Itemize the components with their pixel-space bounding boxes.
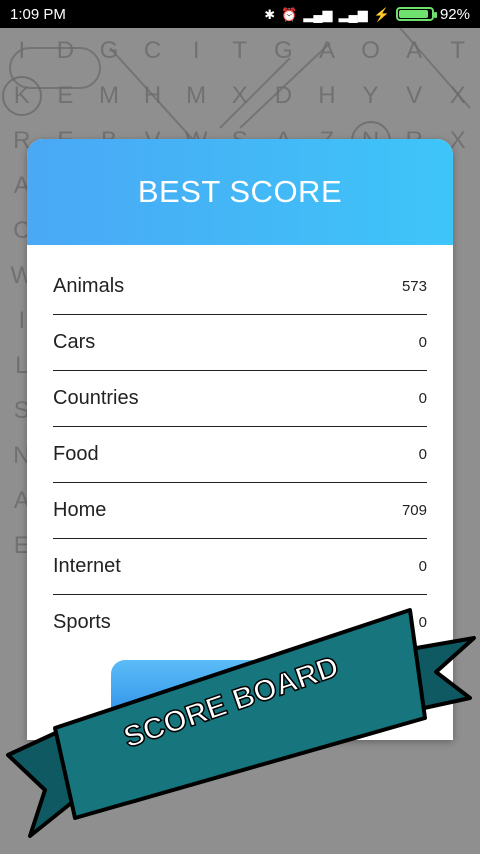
score-row: Food 0 (53, 427, 427, 483)
score-row: Countries 0 (53, 371, 427, 427)
grid-letter: E (57, 81, 74, 109)
score-row: Internet 0 (53, 539, 427, 595)
grid-letter: H (318, 81, 336, 109)
grid-letter: V (406, 81, 423, 109)
grid-letter: G (99, 36, 119, 64)
status-icons: ✱ ⏰ ▂▄▆ ▂▄▆ ⚡ 92% (264, 6, 470, 23)
grid-letter: I (192, 36, 200, 64)
grid-letter: X (449, 81, 466, 109)
category-score: 709 (401, 502, 427, 519)
grid-letter: A (406, 36, 423, 64)
grid-letter: T (450, 36, 466, 64)
status-time: 1:09 PM (10, 5, 66, 23)
category-name: Home (53, 499, 107, 521)
category-score: 0 (418, 558, 427, 575)
signal-icon: ▂▄▆ (338, 6, 368, 22)
category-score: 0 (418, 446, 427, 463)
grid-letter: K (1, 75, 42, 116)
category-name: Animals (53, 275, 125, 297)
category-score: 0 (418, 390, 427, 407)
alarm-icon: ⏰ (281, 6, 298, 22)
category-name: Food (53, 443, 99, 465)
battery-icon (395, 7, 437, 21)
score-row: Home 709 (53, 483, 427, 539)
grid-letter: M (186, 81, 207, 109)
grid-letter: I (18, 36, 26, 64)
score-row: Cars 0 (53, 315, 427, 371)
score-board-ribbon: SCORE BOARD (6, 608, 476, 838)
category-score: 573 (401, 278, 427, 295)
grid-letter: D (56, 36, 75, 64)
charging-icon: ⚡ (373, 6, 390, 22)
dialog-title: BEST SCORE (137, 174, 343, 209)
bluetooth-icon: ✱ (264, 6, 276, 22)
category-score: 0 (418, 334, 427, 351)
category-name: Countries (53, 387, 139, 409)
grid-letter: O (361, 36, 380, 64)
grid-letter: T (232, 36, 248, 64)
score-row: Animals 573 (53, 259, 427, 315)
grid-letter: A (318, 36, 335, 64)
grid-letter: C (143, 36, 162, 64)
category-name: Cars (53, 331, 96, 353)
grid-letter: G (274, 36, 293, 64)
category-name: Internet (53, 555, 121, 577)
dialog-header: BEST SCORE (27, 139, 453, 245)
grid-letter: Y (362, 81, 379, 109)
battery-percent: 92% (439, 5, 470, 23)
battery-level (398, 10, 428, 18)
grid-letter: D (274, 81, 293, 109)
grid-letter: M (98, 81, 119, 109)
grid-letter: H (143, 81, 162, 109)
grid-letter: X (231, 81, 248, 109)
score-list: Animals 573 Cars 0 Countries 0 Food 0 Home 709 Int… (27, 259, 453, 650)
signal-icon: ▂▄▆ (303, 6, 333, 22)
status-bar: 1:09 PM ✱ ⏰ ▂▄▆ ▂▄▆ ⚡ 92% (0, 0, 480, 28)
